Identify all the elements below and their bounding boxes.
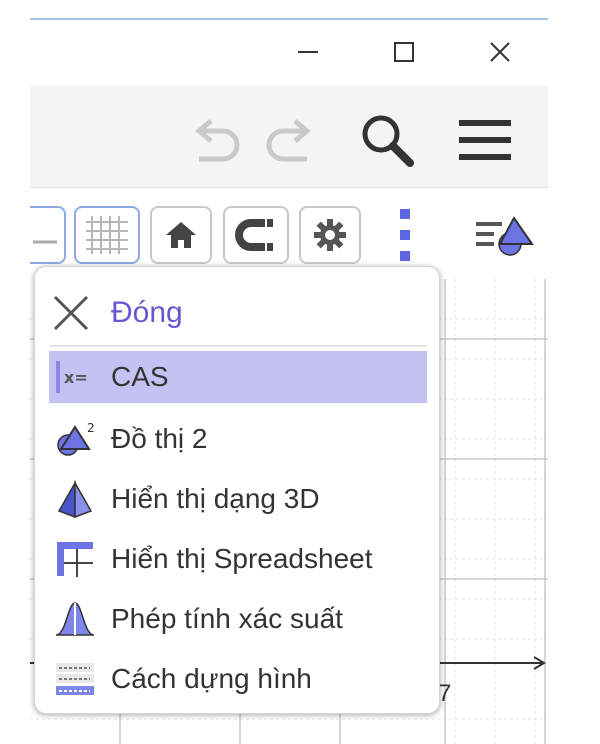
menu-close-button[interactable]: Đóng [49,289,429,337]
redo-icon [266,119,311,162]
cas-icon: x= [51,354,99,400]
menu-item-graphics-2[interactable]: 2 Đồ thị 2 [49,413,429,465]
magnet-icon [235,219,273,251]
menu-item-cas[interactable]: x= CAS [49,351,427,403]
menu-item-label: CAS [111,361,169,392]
point-capturing-button[interactable] [223,206,289,264]
undo-icon [195,119,240,162]
grid-icon [86,216,128,254]
menu-item-label: Hiển thị dạng 3D [111,483,320,514]
graphics-2-icon: 2 [51,416,99,462]
standard-view-button[interactable] [150,206,212,264]
axes-toggle-button[interactable] [30,206,66,264]
close-icon [49,291,93,335]
hamburger-menu-icon [459,120,511,160]
maximize-icon [394,42,414,62]
menu-close-label: Đóng [111,296,183,329]
close-window-button[interactable] [480,34,520,70]
menu-item-label: Phép tính xác suất [111,603,343,634]
probability-icon [51,596,99,642]
menu-item-spreadsheet[interactable]: Hiển thị Spreadsheet [49,533,429,585]
search-icon [362,115,414,167]
close-icon [490,42,510,62]
menu-item-label: Cách dựng hình [111,663,312,694]
redo-button[interactable] [258,110,324,170]
menu-item-probability[interactable]: Phép tính xác suất [49,593,429,645]
menu-item-construction-protocol[interactable]: Cách dựng hình [49,653,429,705]
more-options-button[interactable] [392,206,418,264]
minimize-button[interactable] [288,34,328,70]
views-toggle-icon [476,216,534,256]
svg-text:x=: x= [64,368,88,387]
construction-protocol-icon [51,656,99,702]
graphics-settings-button[interactable] [299,206,361,264]
menu-item-3d-view[interactable]: Hiển thị dạng 3D [49,473,429,525]
home-icon [166,222,196,248]
svg-text:2: 2 [87,421,95,435]
undo-button[interactable] [182,110,248,170]
axes-icon [33,240,57,244]
main-menu-button[interactable] [452,110,518,170]
gear-icon [314,219,346,251]
search-button[interactable] [354,110,420,170]
x-axis-tick-label: 7 [438,680,452,707]
perspectives-button[interactable] [470,206,540,264]
maximize-button[interactable] [384,34,424,70]
menu-item-label: Đồ thị 2 [111,423,208,454]
minimize-icon [298,51,318,53]
3d-view-icon [51,476,99,522]
window-top-border [30,18,548,20]
more-vertical-icon [400,209,410,261]
menu-item-label: Hiển thị Spreadsheet [111,543,373,574]
perspectives-menu: Đóng x= CAS 2 Đồ thị 2 Hiển thị dạng 3D … [34,266,440,714]
menu-divider [49,345,427,347]
spreadsheet-icon [51,536,99,582]
grid-toggle-button[interactable] [74,206,140,264]
